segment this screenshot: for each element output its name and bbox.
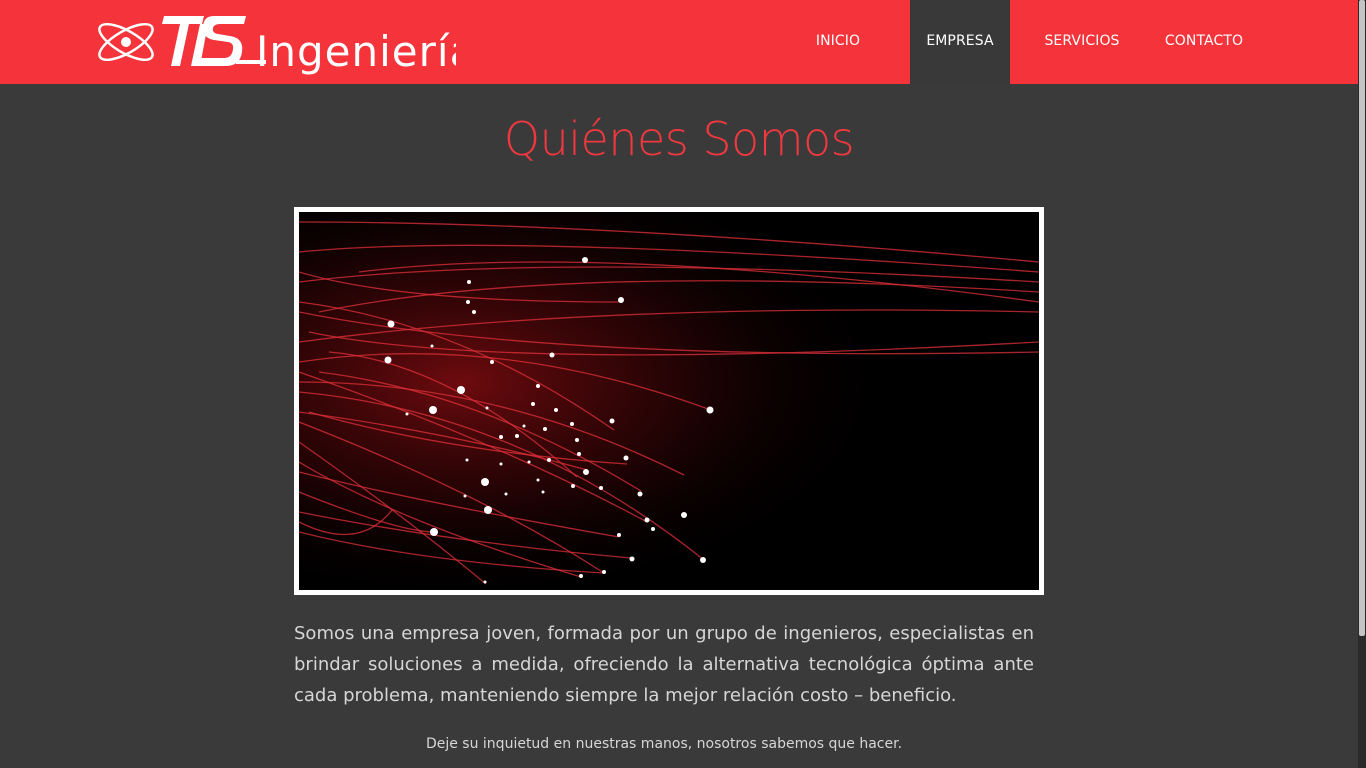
nav-empresa[interactable]: EMPRESA [910, 0, 1010, 84]
fiber-optic-image [294, 207, 1044, 595]
scrollbar-thumb[interactable] [1359, 0, 1365, 636]
about-paragraph: Somos una empresa joven, formada por un … [294, 623, 1034, 706]
tagline: Deje su inquietud en nuestras manos, nos… [425, 736, 903, 752]
nav-inicio[interactable]: INICIO [790, 0, 886, 84]
page-title: Quiénes Somos [503, 112, 855, 166]
nav-servicios[interactable]: SERVICIOS [1034, 0, 1130, 84]
nav-contacto[interactable]: CONTACTO [1154, 0, 1254, 84]
main-nav: INICIO EMPRESA SERVICIOS CONTACTO [0, 0, 1358, 84]
site-header: Ingeniería INICIO EMPRESA SERVICIOS CONT… [0, 0, 1358, 84]
page-scrollbar[interactable] [1358, 0, 1366, 768]
